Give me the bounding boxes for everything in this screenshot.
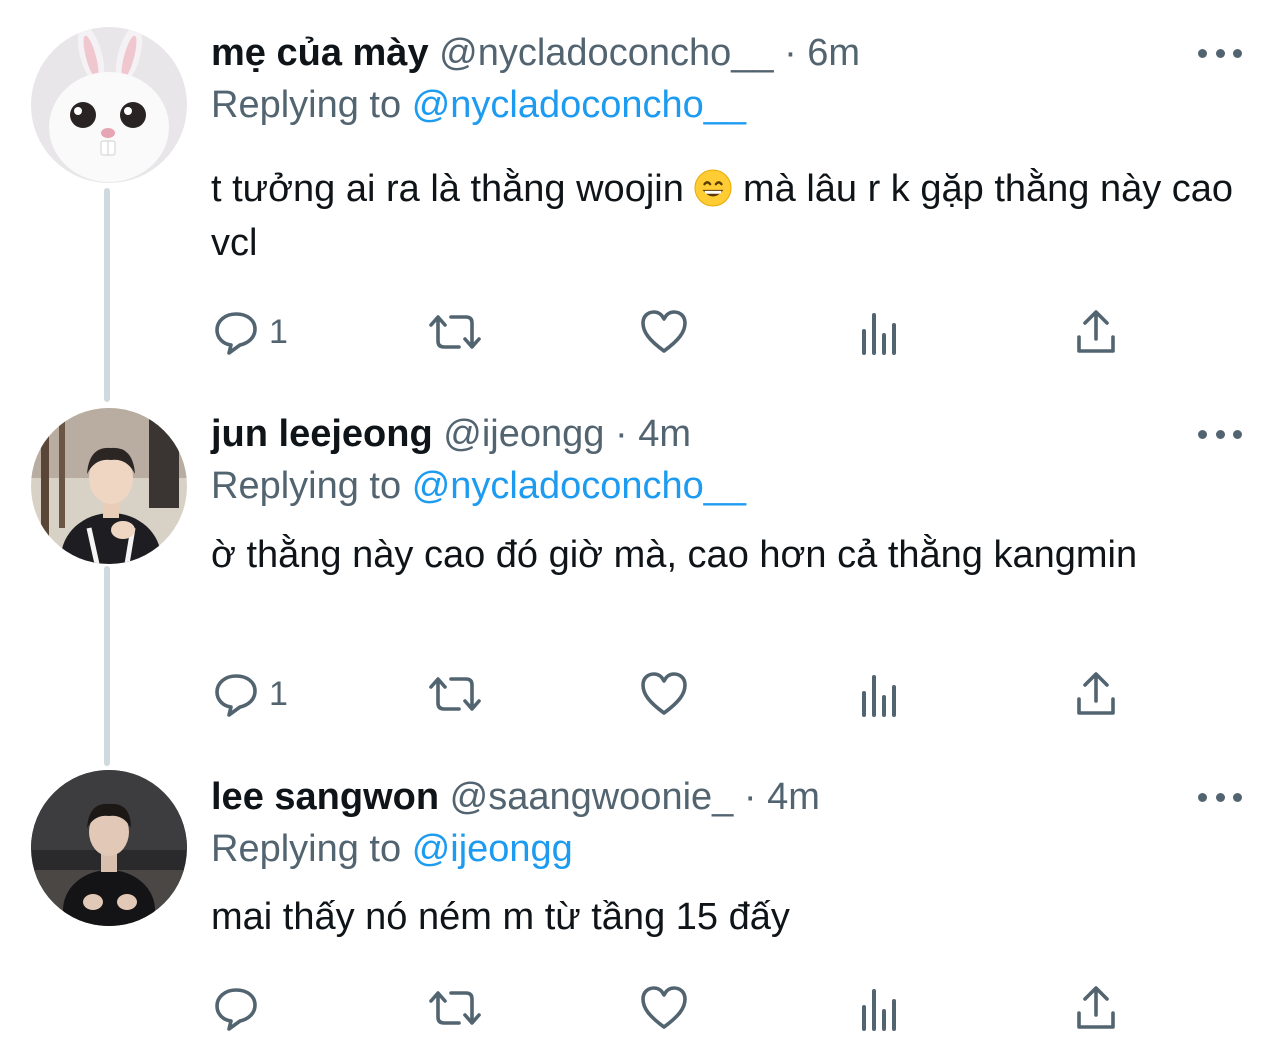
reply-button[interactable]: 1 <box>211 302 288 362</box>
replying-prefix: Replying to <box>211 84 402 126</box>
retweet-icon <box>429 677 481 711</box>
reply-count: 1 <box>269 312 288 351</box>
like-icon <box>641 986 687 1029</box>
views-button[interactable] <box>857 978 907 1038</box>
views-icon <box>862 989 896 1031</box>
reply-button[interactable] <box>211 978 269 1038</box>
action-bar <box>211 978 1211 1038</box>
mention-link[interactable]: @nycladoconcho__ <box>412 84 746 126</box>
views-icon <box>862 313 896 355</box>
tweet[interactable]: mẹ của mày @nycladoconcho__ · 6m Replyin… <box>0 0 1284 390</box>
person-dark-photo-avatar <box>31 770 187 926</box>
like-icon <box>641 672 687 715</box>
retweet-button[interactable] <box>425 978 485 1038</box>
like-button[interactable] <box>639 664 689 724</box>
avatar[interactable] <box>31 770 187 926</box>
user-handle[interactable]: @nycladoconcho__ <box>439 32 773 74</box>
display-name[interactable]: mẹ của mày <box>211 32 429 74</box>
tweet[interactable]: jun leejeong @ijeongg · 4m Replying to @… <box>0 390 1284 760</box>
replying-prefix: Replying to <box>211 465 402 507</box>
more-icon[interactable] <box>1198 424 1242 444</box>
tweet-text: ờ thằng này cao đó giờ mà, cao hơn cả th… <box>211 534 1138 576</box>
tweet-header: lee sangwon @saangwoonie_ · 4m <box>211 772 820 822</box>
grinning-face-emoji <box>694 169 732 207</box>
share-icon <box>1077 672 1115 715</box>
like-button[interactable] <box>639 302 689 362</box>
replying-prefix: Replying to <box>211 828 402 870</box>
action-bar: 1 <box>211 664 1211 724</box>
person-photo-avatar <box>31 408 187 564</box>
share-button[interactable] <box>1071 302 1121 362</box>
user-handle[interactable]: @ijeongg <box>443 413 604 455</box>
separator-dot: · <box>784 32 797 74</box>
timestamp[interactable]: 6m <box>807 32 860 74</box>
user-handle[interactable]: @saangwoonie_ <box>450 776 734 818</box>
reply-icon <box>215 674 257 717</box>
views-button[interactable] <box>857 302 907 362</box>
mention-link[interactable]: @nycladoconcho__ <box>412 465 746 507</box>
like-button[interactable] <box>639 978 689 1038</box>
display-name[interactable]: lee sangwon <box>211 776 439 818</box>
reply-icon <box>215 988 257 1031</box>
reply-button[interactable]: 1 <box>211 664 288 724</box>
separator-dot: · <box>614 413 628 455</box>
views-button[interactable] <box>857 664 907 724</box>
display-name[interactable]: jun leejeong <box>211 413 433 455</box>
more-icon[interactable] <box>1198 43 1242 63</box>
tweet-header: mẹ của mày @nycladoconcho__ · 6m <box>211 28 860 78</box>
timestamp[interactable]: 4m <box>767 776 820 818</box>
share-icon <box>1077 986 1115 1029</box>
share-button[interactable] <box>1071 664 1121 724</box>
tweet-text-part: t tưởng ai ra là thằng woojin <box>211 168 684 210</box>
separator-dot: · <box>743 776 757 818</box>
retweet-button[interactable] <box>425 302 485 362</box>
reply-count: 1 <box>269 674 288 713</box>
mention-link[interactable]: @ijeongg <box>412 828 573 870</box>
replying-to: Replying to @nycladoconcho__ <box>211 461 746 511</box>
action-bar: 1 <box>211 302 1211 362</box>
share-button[interactable] <box>1071 978 1121 1038</box>
tweet-header: jun leejeong @ijeongg · 4m <box>211 409 691 459</box>
views-icon <box>862 675 896 717</box>
tweet-text: t tưởng ai ra là thằng woojin mà lâu r k… <box>211 162 1251 270</box>
tweet[interactable]: lee sangwon @saangwoonie_ · 4m Replying … <box>0 760 1284 1055</box>
white-rabbit-avatar <box>31 27 187 183</box>
share-icon <box>1077 310 1115 353</box>
replying-to: Replying to @ijeongg <box>211 824 573 874</box>
avatar[interactable] <box>31 27 187 183</box>
replying-to: Replying to @nycladoconcho__ <box>211 80 746 130</box>
like-icon <box>641 310 687 353</box>
retweet-icon <box>429 991 481 1025</box>
reply-icon <box>215 312 257 355</box>
retweet-icon <box>429 315 481 349</box>
tweet-text: mai thấy nó ném m từ tầng 15 đấy <box>211 896 790 938</box>
avatar[interactable] <box>31 408 187 564</box>
more-icon[interactable] <box>1198 787 1242 807</box>
retweet-button[interactable] <box>425 664 485 724</box>
timestamp[interactable]: 4m <box>638 413 691 455</box>
